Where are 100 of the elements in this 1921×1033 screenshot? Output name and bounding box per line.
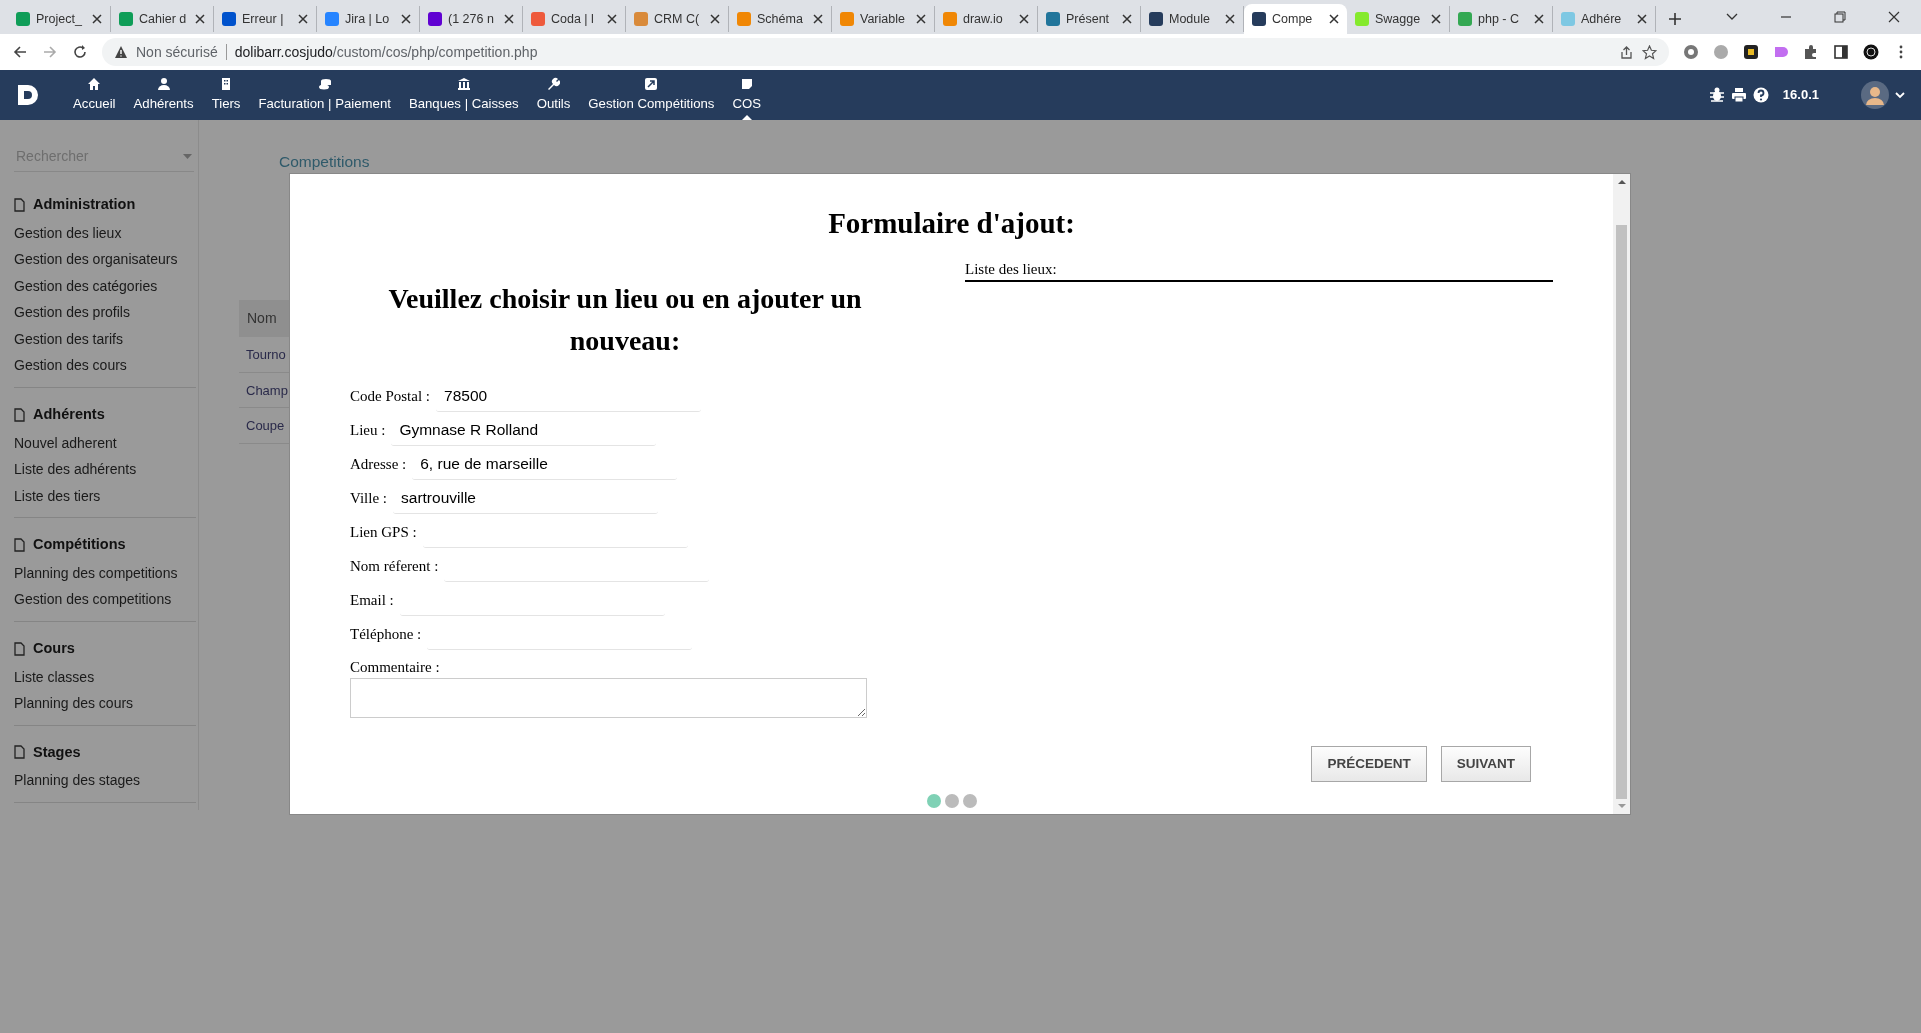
- puzzle-icon[interactable]: [1803, 44, 1819, 60]
- sidebar-link[interactable]: Gestion des catégories: [14, 272, 196, 300]
- address-bar[interactable]: Non sécurisé dolibarr.cosjudo/custom/cos/php/competition.php: [102, 38, 1669, 66]
- browser-tab[interactable]: Coda | l: [523, 6, 626, 32]
- close-icon[interactable]: [1534, 14, 1544, 24]
- list-label: Liste des lieux:: [965, 259, 1553, 282]
- scroll-up-icon[interactable]: [1617, 179, 1626, 185]
- section-title[interactable]: Adhérents: [33, 403, 105, 426]
- bank-icon: [456, 76, 471, 91]
- sidebar-link[interactable]: Gestion des tarifs: [14, 325, 196, 353]
- browser-tab[interactable]: Cahier d: [111, 6, 214, 32]
- field-label: Adresse :: [350, 455, 407, 475]
- star-icon[interactable]: [1642, 44, 1657, 60]
- caret-icon[interactable]: [1895, 90, 1905, 100]
- browser-tab[interactable]: Erreur |: [214, 6, 317, 32]
- document-icon: [14, 197, 25, 212]
- reload-icon[interactable]: [72, 44, 88, 60]
- nav-item[interactable]: Accueil: [64, 70, 125, 120]
- browser-tab[interactable]: Swagge: [1347, 6, 1450, 32]
- sidebar-link[interactable]: Planning des stages: [14, 767, 196, 794]
- close-icon[interactable]: [1019, 14, 1029, 24]
- close-icon[interactable]: [1225, 14, 1235, 24]
- restore-icon[interactable]: [1833, 10, 1847, 24]
- profile-icon[interactable]: [1863, 44, 1879, 60]
- sidebar-link[interactable]: Gestion des organisateurs: [14, 246, 196, 273]
- close-icon[interactable]: [813, 14, 823, 24]
- section-title[interactable]: Stages: [33, 741, 81, 764]
- browser-tab[interactable]: Module: [1141, 6, 1244, 32]
- sidebar-link[interactable]: Gestion des competitions: [14, 586, 196, 613]
- print-icon[interactable]: [1730, 87, 1747, 103]
- nav-item[interactable]: Gestion Compétitions: [579, 70, 724, 120]
- step-dot[interactable]: [944, 794, 959, 808]
- nav-item[interactable]: Facturation | Paiement: [249, 70, 400, 120]
- close-icon[interactable]: [1887, 10, 1901, 24]
- nav-item[interactable]: Tiers: [202, 70, 250, 120]
- field-label: Téléphone :: [350, 625, 422, 645]
- extension-icon[interactable]: [1743, 44, 1759, 60]
- sidebar-link[interactable]: Planning des cours: [14, 690, 196, 717]
- section-title[interactable]: Compétitions: [33, 534, 126, 556]
- new-tab-icon[interactable]: [1668, 12, 1682, 26]
- url-text: dolibarr.cosjudo/custom/cos/php/competition.php: [234, 42, 538, 62]
- nav-item[interactable]: Adhérents: [124, 70, 203, 120]
- close-icon[interactable]: [1122, 14, 1132, 24]
- browser-tab[interactable]: Jira | Lo: [317, 6, 420, 32]
- browser-tab[interactable]: Schéma: [729, 6, 832, 32]
- close-icon[interactable]: [1637, 14, 1647, 24]
- back-icon[interactable]: [12, 44, 28, 60]
- document-icon: [14, 745, 25, 760]
- document-icon: [14, 641, 25, 656]
- browser-tab[interactable]: (1 276 n: [420, 6, 523, 32]
- coins-icon: [317, 76, 332, 91]
- close-icon[interactable]: [710, 14, 720, 24]
- section-title[interactable]: Cours: [33, 637, 75, 660]
- nav-item[interactable]: Outils: [527, 70, 580, 120]
- browser-tab[interactable]: Variable: [832, 6, 935, 32]
- external-link-icon: [644, 76, 659, 91]
- close-icon[interactable]: [916, 14, 926, 24]
- warning-icon: [114, 45, 128, 59]
- nav-item[interactable]: Banques | Caisses: [399, 70, 528, 120]
- close-icon[interactable]: [92, 14, 102, 24]
- sidebar-link[interactable]: Liste des adhérents: [14, 456, 196, 483]
- browser-tab[interactable]: php - C: [1450, 6, 1553, 32]
- close-icon[interactable]: [298, 14, 308, 24]
- share-icon[interactable]: [1619, 44, 1634, 60]
- close-icon[interactable]: [195, 14, 205, 24]
- help-icon[interactable]: [1752, 87, 1769, 103]
- browser-tab[interactable]: Présent: [1038, 6, 1141, 32]
- browser-tab[interactable]: draw.io: [935, 6, 1038, 32]
- close-icon[interactable]: [607, 14, 617, 24]
- modal-title: Formulaire d'ajout:: [827, 206, 1076, 241]
- step-dot[interactable]: [962, 794, 977, 808]
- browser-tab[interactable]: CRM C(: [626, 6, 729, 32]
- nav-item[interactable]: COS: [723, 70, 770, 120]
- section-title[interactable]: Administration: [33, 194, 136, 216]
- sidebar-link[interactable]: Gestion des profils: [14, 299, 196, 326]
- browser-tab[interactable]: Compe: [1244, 4, 1347, 34]
- button[interactable]: SUIVANT: [1440, 745, 1531, 782]
- logo-icon[interactable]: [16, 83, 40, 107]
- browser-tab[interactable]: Project_: [8, 6, 111, 32]
- close-icon[interactable]: [401, 14, 411, 24]
- button[interactable]: PRÉCEDENT: [1311, 745, 1427, 782]
- sidebar-link[interactable]: Gestion des cours: [14, 352, 196, 379]
- close-icon[interactable]: [504, 14, 514, 24]
- sidebar-link[interactable]: Liste des tiers: [14, 482, 196, 509]
- browser-tab[interactable]: Adhére: [1553, 6, 1656, 32]
- sidebar-link[interactable]: Liste classes: [14, 663, 196, 690]
- sidebar-link[interactable]: Planning des competitions: [14, 559, 196, 587]
- form-heading: Veuillez choisir un lieu ou en ajouter un nouveau:: [387, 281, 863, 358]
- sidebar-link[interactable]: Nouvel adherent: [14, 429, 196, 456]
- comment-field[interactable]: [350, 678, 867, 718]
- bug-icon[interactable]: [1708, 87, 1725, 103]
- scrollbar[interactable]: [1613, 174, 1630, 814]
- caret-icon: [183, 153, 192, 160]
- side-panel-icon[interactable]: [1833, 44, 1849, 60]
- field-label: Code Postal :: [350, 387, 430, 407]
- close-icon[interactable]: [1431, 14, 1441, 24]
- avatar-icon[interactable]: [1861, 81, 1889, 109]
- close-icon[interactable]: [1329, 14, 1339, 24]
- sidebar-link[interactable]: Gestion des lieux: [14, 219, 196, 247]
- step-dot[interactable]: [926, 794, 941, 808]
